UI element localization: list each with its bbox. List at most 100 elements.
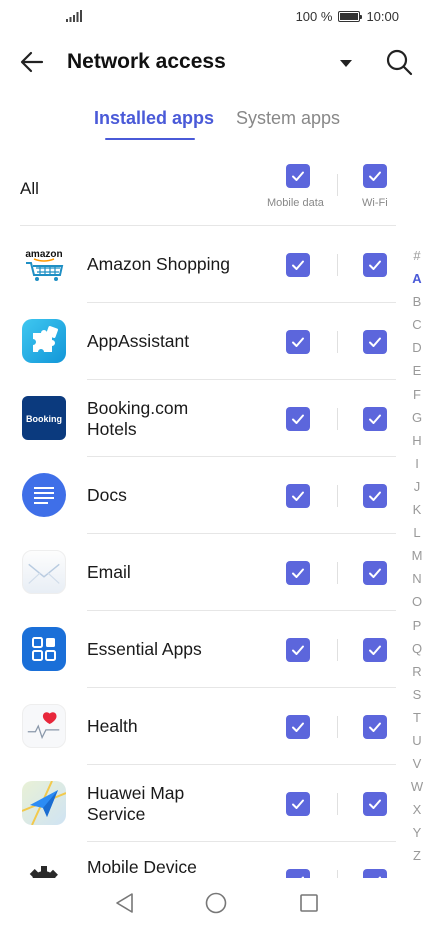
app-name: Health xyxy=(87,716,138,736)
index-letter[interactable]: W xyxy=(405,775,429,798)
index-letter[interactable]: O xyxy=(405,590,429,613)
wifi-checkbox[interactable] xyxy=(363,330,387,354)
status-bar: 100 % 10:00 xyxy=(0,0,433,34)
mobile-data-checkbox[interactable] xyxy=(286,869,310,878)
index-letter[interactable]: B xyxy=(405,290,429,313)
tab-indicator xyxy=(105,138,195,140)
index-letter[interactable]: J xyxy=(405,475,429,498)
column-divider xyxy=(337,716,338,738)
index-letter[interactable]: K xyxy=(405,498,429,521)
mobile-data-checkbox[interactable] xyxy=(286,253,310,277)
app-list[interactable]: amazon Amazon Shopping AppAssistant Book… xyxy=(0,226,400,878)
tab-system-apps[interactable]: System apps xyxy=(236,108,340,129)
index-letter[interactable]: Z xyxy=(405,844,429,867)
tab-installed-apps[interactable]: Installed apps xyxy=(94,108,214,129)
app-row-huawei-map-service[interactable]: Huawei Map Service xyxy=(0,765,400,842)
mobile-data-checkbox[interactable] xyxy=(286,407,310,431)
index-letter[interactable]: E xyxy=(405,359,429,382)
caret-down-icon[interactable] xyxy=(338,56,354,70)
wifi-checkbox[interactable] xyxy=(363,869,387,878)
index-letter[interactable]: H xyxy=(405,429,429,452)
mobile-data-checkbox[interactable] xyxy=(286,561,310,585)
mobile-device-icon xyxy=(22,858,66,878)
check-icon xyxy=(292,414,304,424)
app-name: Huawei Map Service xyxy=(87,782,185,824)
search-icon[interactable] xyxy=(384,47,414,77)
battery-icon xyxy=(338,11,363,22)
app-row-booking[interactable]: Booking Booking.com Hotels xyxy=(0,380,400,457)
check-icon xyxy=(369,722,381,732)
index-letter[interactable]: Y xyxy=(405,821,429,844)
health-icon xyxy=(22,704,66,748)
check-icon xyxy=(292,491,304,501)
index-letter[interactable]: N xyxy=(405,567,429,590)
mobile-data-checkbox[interactable] xyxy=(286,792,310,816)
check-icon xyxy=(292,171,304,181)
nav-back-icon[interactable] xyxy=(113,891,135,915)
column-divider xyxy=(337,870,338,878)
index-letter[interactable]: M xyxy=(405,544,429,567)
amazon-wordmark: amazon xyxy=(25,249,62,260)
wifi-checkbox[interactable] xyxy=(363,561,387,585)
all-wifi-checkbox[interactable] xyxy=(363,164,387,188)
check-icon xyxy=(292,722,304,732)
email-icon xyxy=(22,550,66,594)
index-letter[interactable]: U xyxy=(405,729,429,752)
app-name: Mobile Device xyxy=(87,857,197,877)
app-row-health[interactable]: Health xyxy=(0,688,400,765)
index-letter[interactable]: F xyxy=(405,383,429,406)
wifi-checkbox[interactable] xyxy=(363,484,387,508)
index-letter[interactable]: V xyxy=(405,752,429,775)
app-row-amazon-shopping[interactable]: amazon Amazon Shopping xyxy=(0,226,400,303)
index-letter[interactable]: P xyxy=(405,614,429,637)
amazon-shopping-icon: amazon xyxy=(22,242,66,286)
column-divider xyxy=(337,174,338,196)
clock: 10:00 xyxy=(366,9,399,24)
index-letter[interactable]: A xyxy=(405,267,429,290)
check-icon xyxy=(292,568,304,578)
mobile-data-checkbox[interactable] xyxy=(286,715,310,739)
wifi-checkbox[interactable] xyxy=(363,638,387,662)
index-letter[interactable]: D xyxy=(405,336,429,359)
app-name: Essential Apps xyxy=(87,639,202,659)
index-letter[interactable]: C xyxy=(405,313,429,336)
app-row-appassistant[interactable]: AppAssistant xyxy=(0,303,400,380)
check-icon xyxy=(292,260,304,270)
index-letter[interactable]: I xyxy=(405,452,429,475)
mobile-data-checkbox[interactable] xyxy=(286,330,310,354)
page-title: Network access xyxy=(67,50,226,73)
wifi-checkbox[interactable] xyxy=(363,407,387,431)
app-row-docs[interactable]: Docs xyxy=(0,457,400,534)
app-row-mobile-device[interactable]: Mobile Device xyxy=(0,842,400,878)
column-divider xyxy=(337,639,338,661)
alphabet-index[interactable]: # A B C D E F G H I J K L M N O P Q R S T U V W X Y Z xyxy=(405,244,429,868)
index-letter[interactable]: T xyxy=(405,706,429,729)
wifi-checkbox[interactable] xyxy=(363,253,387,277)
all-mobile-data-checkbox[interactable] xyxy=(286,164,310,188)
check-icon xyxy=(369,799,381,809)
index-letter[interactable]: # xyxy=(405,244,429,267)
app-row-email[interactable]: Email xyxy=(0,534,400,611)
index-letter[interactable]: Q xyxy=(405,637,429,660)
app-bar: Network access xyxy=(0,34,433,90)
index-letter[interactable]: S xyxy=(405,683,429,706)
column-divider xyxy=(337,408,338,430)
index-letter[interactable]: L xyxy=(405,521,429,544)
booking-wordmark: Booking xyxy=(26,414,62,424)
nav-recent-apps-icon[interactable] xyxy=(299,893,319,913)
booking-icon: Booking xyxy=(22,396,66,440)
wifi-checkbox[interactable] xyxy=(363,715,387,739)
wifi-checkbox[interactable] xyxy=(363,792,387,816)
index-letter[interactable]: R xyxy=(405,660,429,683)
back-arrow-icon[interactable] xyxy=(18,48,46,76)
map-service-icon xyxy=(22,781,66,825)
nav-home-icon[interactable] xyxy=(205,892,227,914)
mobile-data-checkbox[interactable] xyxy=(286,638,310,662)
app-row-essential-apps[interactable]: Essential Apps xyxy=(0,611,400,688)
index-letter[interactable]: G xyxy=(405,406,429,429)
mobile-data-checkbox[interactable] xyxy=(286,484,310,508)
check-icon xyxy=(369,414,381,424)
check-icon xyxy=(369,645,381,655)
index-letter[interactable]: X xyxy=(405,798,429,821)
mobile-data-column-label: Mobile data xyxy=(267,197,324,209)
